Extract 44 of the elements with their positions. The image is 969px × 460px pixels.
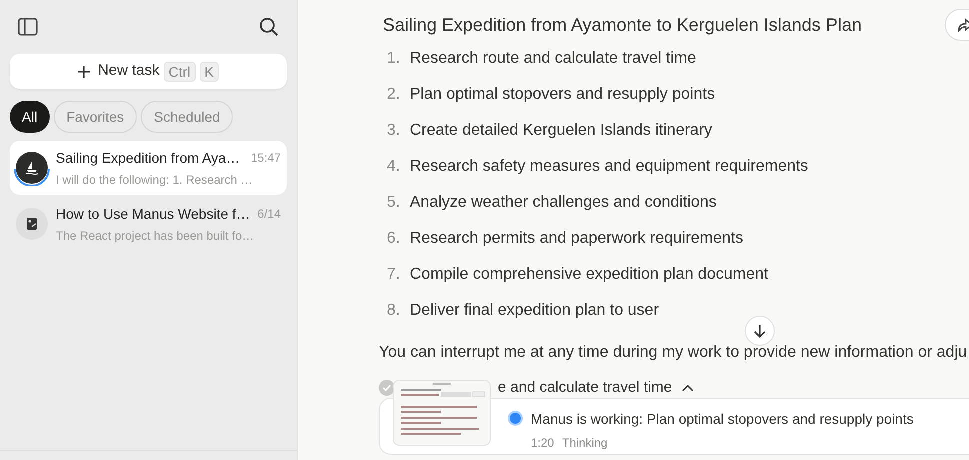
task-preview: I will do the following: 1. Research … xyxy=(56,172,254,188)
step-text: Research safety measures and equipment requirements xyxy=(410,157,808,177)
task-title: Sailing Expedition from Aya… xyxy=(56,148,240,168)
search-icon[interactable] xyxy=(259,17,279,37)
step-number: 3. xyxy=(387,121,400,141)
step-number: 6. xyxy=(387,229,400,249)
step-text: Plan optimal stopovers and resupply points xyxy=(410,85,716,105)
step-text: Analyze weather challenges and conditions xyxy=(410,193,717,213)
task-time: 15:47 xyxy=(250,150,281,167)
shortcut-key: K xyxy=(200,62,219,82)
step-text: Research permits and paperwork requirements xyxy=(410,229,744,249)
step-text: Compile comprehensive expedition plan document xyxy=(410,265,768,285)
task-preview: The React project has been built fo… xyxy=(56,228,256,244)
status-state: Thinking xyxy=(562,435,608,452)
elapsed-time: 1:20 xyxy=(531,435,554,452)
status-text: Manus is working: Plan optimal stopovers and resupply points xyxy=(531,410,914,429)
step-number: 1. xyxy=(387,49,400,69)
step-number: 7. xyxy=(387,265,400,285)
plus-icon xyxy=(78,66,90,78)
task-title: How to Use Manus Website f… xyxy=(56,204,250,224)
step-text: Deliver final expedition plan to user xyxy=(410,301,660,321)
step-number: 4. xyxy=(387,157,400,177)
current-step-text: e and calculate travel time xyxy=(498,378,672,398)
arrow-down-icon xyxy=(753,324,767,338)
step-text: Research route and calculate travel time xyxy=(410,49,696,69)
task-item[interactable]: How to Use Manus Website f… 6/14 The React project has been built fo… xyxy=(10,197,287,251)
new-task-button[interactable]: New task Ctrl K xyxy=(10,54,287,89)
step-text: Create detailed Kerguelen Islands itinerary xyxy=(410,121,712,141)
step-number: 5. xyxy=(387,193,400,213)
task-time: 6/14 xyxy=(258,206,281,223)
share-icon xyxy=(957,18,969,32)
filter-tab[interactable]: All xyxy=(10,101,50,133)
sidebar-toggle-icon[interactable] xyxy=(18,18,38,36)
scroll-down-button[interactable] xyxy=(745,316,775,346)
step-number: 8. xyxy=(387,301,400,321)
message-text: You can interrupt me at any time during my work to provide new information or adju xyxy=(378,343,968,363)
task-title-heading: Sailing Expedition from Ayamonte to Kerguelen Islands Plan xyxy=(383,14,862,37)
sailboat-icon xyxy=(25,161,39,175)
shortcut-key: Ctrl xyxy=(164,62,196,82)
chevron-up-icon[interactable] xyxy=(682,384,694,392)
document-thumbnail[interactable] xyxy=(393,380,491,446)
document-icon xyxy=(26,217,38,231)
task-item[interactable]: Sailing Expedition from Aya… 15:47 I will do the following: 1. Research … xyxy=(10,141,287,195)
step-number: 2. xyxy=(387,85,400,105)
